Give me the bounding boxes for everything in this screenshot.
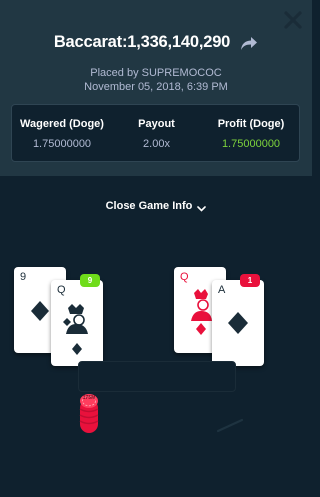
chip-value-label: 175M bbox=[82, 395, 96, 401]
spade-icon bbox=[51, 342, 103, 361]
close-game-info-label: Close Game Info bbox=[105, 200, 193, 212]
card-rank: 9 bbox=[20, 271, 27, 283]
chip-stack: 175M bbox=[79, 393, 99, 435]
close-icon[interactable] bbox=[282, 9, 304, 31]
queen-figure-icon bbox=[51, 302, 103, 341]
spade-icon bbox=[212, 310, 264, 341]
bet-details-panel: Baccarat:1,336,140,290 Placed by SUPREMO… bbox=[0, 0, 312, 176]
payout-value: 2.00x bbox=[143, 138, 170, 150]
magic-wand-icon bbox=[216, 417, 246, 433]
stat-profit: Profit (Doge) 1.75000000 bbox=[201, 118, 301, 150]
stat-payout: Payout 2.00x bbox=[112, 118, 201, 150]
banker-score-badge: 1 bbox=[240, 274, 260, 287]
bet-stats-box: Wagered (Doge) 1.75000000 Payout 2.00x P… bbox=[11, 104, 300, 162]
share-icon[interactable] bbox=[240, 35, 258, 51]
card-rank: A bbox=[218, 284, 226, 296]
card-rank: Q bbox=[57, 284, 66, 296]
wagered-value: 1.75000000 bbox=[32, 138, 92, 150]
banker-card-2: A bbox=[212, 280, 264, 366]
bet-zone bbox=[78, 361, 236, 392]
payout-label: Payout bbox=[138, 118, 175, 130]
card-rank: Q bbox=[180, 271, 189, 283]
chevron-down-icon bbox=[197, 203, 207, 212]
page-title: Baccarat:1,336,140,290 bbox=[53, 33, 231, 51]
player-score-badge: 9 bbox=[80, 274, 100, 287]
close-game-info-button[interactable]: Close Game Info bbox=[0, 200, 312, 212]
stat-wagered: Wagered (Doge) 1.75000000 bbox=[12, 118, 112, 150]
placed-by-text: Placed by SUPREMOCOC bbox=[90, 67, 222, 79]
bet-date-text: November 05, 2018, 6:39 PM bbox=[84, 81, 228, 93]
profit-label: Profit (Doge) bbox=[217, 118, 285, 130]
wagered-label: Wagered (Doge) bbox=[20, 118, 104, 130]
bet-meta: Placed by SUPREMOCOC November 05, 2018, … bbox=[0, 66, 312, 94]
player-card-2: Q bbox=[51, 280, 103, 366]
profit-value: 1.75000000 bbox=[221, 138, 281, 150]
